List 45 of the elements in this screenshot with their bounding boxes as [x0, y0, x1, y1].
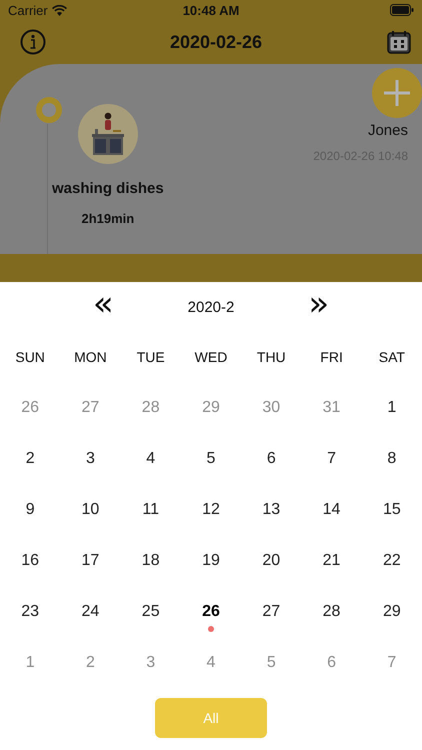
month-label: 2020-2 — [188, 298, 234, 316]
weekday-label: FRI — [320, 349, 343, 365]
day-number[interactable]: 26 — [202, 602, 220, 620]
weekday-label: THU — [256, 349, 286, 365]
day-number[interactable]: 28 — [322, 602, 340, 620]
day-number[interactable]: 19 — [202, 552, 220, 570]
day-number[interactable]: 29 — [382, 602, 401, 620]
day-number[interactable]: 21 — [322, 552, 340, 570]
day-number[interactable]: 12 — [202, 500, 220, 518]
day-number[interactable]: 25 — [142, 602, 160, 620]
day-number[interactable]: 6 — [266, 450, 276, 468]
weekday-label: WED — [194, 349, 228, 365]
date-title: 2020-02-26 — [170, 32, 262, 52]
weekday-label: SUN — [15, 349, 45, 365]
weekday-label: MON — [74, 349, 107, 365]
day-number[interactable]: 8 — [387, 450, 396, 468]
day-number[interactable]: 20 — [262, 552, 280, 570]
day-number[interactable]: 23 — [21, 602, 40, 620]
day-number[interactable]: 2 — [26, 450, 35, 468]
day-number[interactable]: 22 — [382, 552, 401, 570]
previous-month-button[interactable]: « — [88, 289, 118, 325]
person-name: Jones — [368, 122, 408, 139]
day-number[interactable]: 9 — [26, 500, 35, 518]
day-number[interactable]: 10 — [82, 500, 100, 518]
day-number[interactable]: 27 — [262, 602, 280, 620]
carrier-label: Carrier — [8, 2, 48, 18]
activity-name: washing dishes — [52, 180, 164, 197]
day-number[interactable]: 5 — [206, 450, 216, 468]
day-number[interactable]: 17 — [82, 552, 100, 570]
day-number[interactable]: 15 — [382, 500, 401, 518]
day-number[interactable]: 11 — [142, 500, 159, 518]
day-number[interactable]: 4 — [146, 450, 156, 468]
next-month-button[interactable]: » — [304, 289, 334, 325]
activity-duration: 2h19min — [81, 211, 134, 226]
day-number[interactable]: 13 — [262, 500, 280, 518]
day-number[interactable]: 24 — [82, 602, 100, 620]
clock-time: 10:48 AM — [182, 2, 240, 18]
day-number[interactable]: 7 — [327, 450, 336, 468]
day-number[interactable]: 14 — [322, 500, 340, 518]
day-number[interactable]: 1 — [387, 398, 396, 416]
weekday-label: SAT — [378, 349, 405, 365]
day-number[interactable]: 3 — [86, 450, 95, 468]
weekday-label: TUE — [136, 349, 165, 365]
day-number[interactable]: 18 — [142, 552, 160, 570]
day-number[interactable]: 16 — [21, 552, 40, 570]
